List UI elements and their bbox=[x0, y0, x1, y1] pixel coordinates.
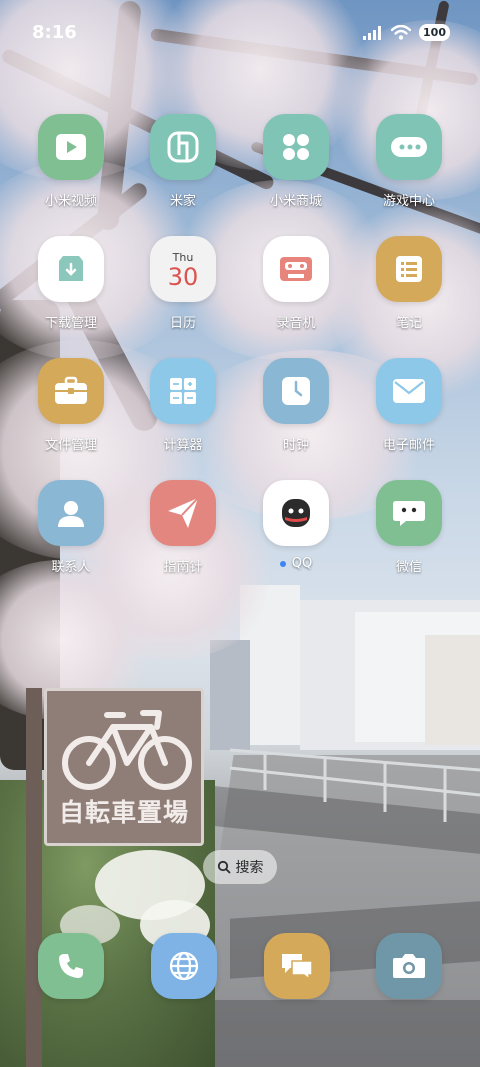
search-button[interactable]: 搜索 bbox=[203, 850, 277, 884]
search-label: 搜索 bbox=[235, 860, 264, 876]
app-email[interactable]: 电子邮件 bbox=[359, 358, 459, 453]
status-bar: 8:16 100 bbox=[0, 0, 480, 68]
app-label: 文件管理 bbox=[44, 438, 97, 453]
app-mijia[interactable]: 米家 bbox=[133, 114, 233, 209]
gamepad-icon[interactable] bbox=[376, 114, 442, 180]
cassette-icon[interactable] bbox=[263, 236, 329, 302]
wechat-icon[interactable] bbox=[376, 480, 442, 546]
app-label: 指南针 bbox=[163, 560, 203, 575]
app-game-center[interactable]: 游戏中心 bbox=[359, 114, 459, 209]
qq-icon[interactable] bbox=[263, 480, 329, 546]
contact-icon[interactable] bbox=[38, 480, 104, 546]
app-label: 游戏中心 bbox=[382, 194, 435, 209]
calculator-icon[interactable] bbox=[150, 358, 216, 424]
wifi-icon bbox=[391, 25, 412, 40]
app-qq[interactable]: QQ bbox=[246, 480, 346, 571]
app-label-text: QQ bbox=[291, 556, 313, 571]
mail-icon[interactable] bbox=[376, 358, 442, 424]
sign-text: 自転車置場 bbox=[58, 798, 189, 827]
calendar-day-number: 30 bbox=[167, 262, 199, 291]
app-mi-store[interactable]: 小米商城 bbox=[246, 114, 346, 209]
app-label: 小米商城 bbox=[269, 194, 322, 209]
app-label: 微信 bbox=[395, 560, 422, 575]
download-box-icon[interactable] bbox=[38, 236, 104, 302]
app-file-manager[interactable]: 文件管理 bbox=[21, 358, 121, 453]
bicycle-parking-sign: 自転車置場 bbox=[44, 688, 204, 846]
paper-plane-icon[interactable] bbox=[150, 480, 216, 546]
app-label: 笔记 bbox=[395, 316, 422, 331]
status-time: 8:16 bbox=[32, 22, 77, 43]
app-label: 下载管理 bbox=[44, 316, 97, 331]
clock-icon[interactable] bbox=[263, 358, 329, 424]
app-compass[interactable]: 指南针 bbox=[133, 480, 233, 575]
grid-dots-icon[interactable] bbox=[263, 114, 329, 180]
app-label: 日历 bbox=[169, 316, 196, 331]
app-label: 小米视频 bbox=[44, 194, 97, 209]
app-label: 电子邮件 bbox=[382, 438, 435, 453]
dock bbox=[0, 933, 480, 1003]
app-label: 时钟 bbox=[282, 438, 309, 453]
app-mi-video[interactable]: 小米视频 bbox=[21, 114, 121, 209]
cellular-signal-icon bbox=[363, 25, 382, 40]
calendar-icon[interactable]: Thu 30 bbox=[150, 236, 216, 302]
app-label: QQ bbox=[279, 556, 313, 571]
app-label: 计算器 bbox=[163, 438, 203, 453]
status-icons: 100 bbox=[363, 24, 450, 41]
app-label: 米家 bbox=[169, 194, 196, 209]
search-icon bbox=[217, 860, 230, 874]
battery-indicator: 100 bbox=[419, 24, 450, 41]
play-icon[interactable] bbox=[38, 114, 104, 180]
app-recorder[interactable]: 录音机 bbox=[246, 236, 346, 331]
app-notes[interactable]: 笔记 bbox=[359, 236, 459, 331]
notes-icon[interactable] bbox=[376, 236, 442, 302]
app-calculator[interactable]: 计算器 bbox=[133, 358, 233, 453]
notification-dot bbox=[279, 560, 286, 567]
app-grid: 小米视频 米家 小米商城 游戏中心 下载管理 Thu 30 日历 录音机 笔记 … bbox=[0, 0, 480, 600]
mijia-icon[interactable] bbox=[150, 114, 216, 180]
app-clock[interactable]: 时钟 bbox=[246, 358, 346, 453]
chat-bubbles-icon[interactable] bbox=[264, 933, 330, 999]
calendar-day-name: Thu bbox=[172, 250, 194, 264]
app-wechat[interactable]: 微信 bbox=[359, 480, 459, 575]
app-calendar[interactable]: Thu 30 日历 bbox=[133, 236, 233, 331]
phone-icon[interactable] bbox=[38, 933, 104, 999]
app-downloads[interactable]: 下载管理 bbox=[21, 236, 121, 331]
briefcase-icon[interactable] bbox=[38, 358, 104, 424]
app-label: 录音机 bbox=[276, 316, 316, 331]
camera-icon[interactable] bbox=[376, 933, 442, 999]
globe-icon[interactable] bbox=[151, 933, 217, 999]
app-label: 联系人 bbox=[51, 560, 91, 575]
app-contacts[interactable]: 联系人 bbox=[21, 480, 121, 575]
